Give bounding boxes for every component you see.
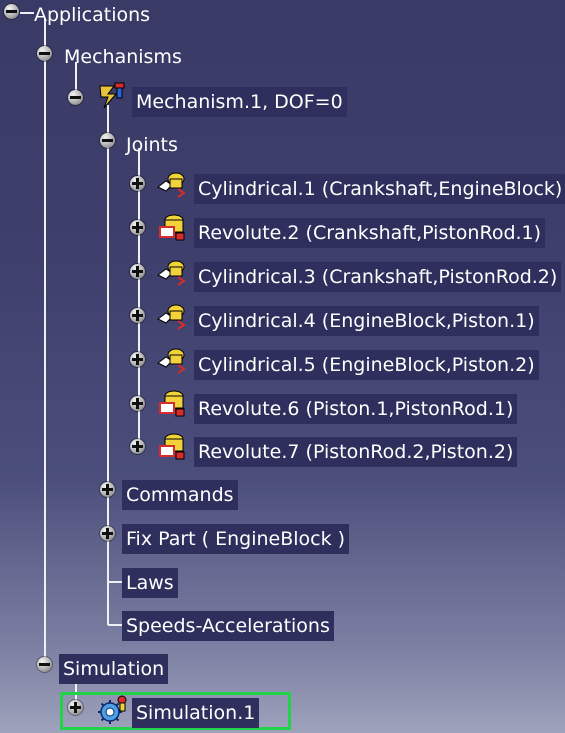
- expand-toggle-joint[interactable]: [130, 308, 145, 323]
- tree-node-speeds-accelerations[interactable]: Speeds-Accelerations: [122, 611, 334, 641]
- cylindrical-joint-icon: [157, 260, 186, 286]
- tree-node-commands[interactable]: Commands: [122, 480, 238, 510]
- joint-item[interactable]: Revolute.2 (Crankshaft,PistonRod.1): [194, 218, 546, 248]
- cylindrical-joint-icon: [157, 304, 186, 330]
- tree-connector: [107, 105, 109, 625]
- joint-item[interactable]: Cylindrical.1 (Crankshaft,EngineBlock): [194, 174, 565, 204]
- revolute-joint-icon: [159, 433, 185, 460]
- tree-node-mechanism[interactable]: Mechanism.1, DOF=0: [132, 87, 347, 117]
- expand-toggle-joint[interactable]: [130, 396, 145, 411]
- revolute-joint-icon: [159, 390, 185, 417]
- expand-toggle-joint[interactable]: [130, 439, 145, 454]
- tree-connector: [44, 18, 46, 666]
- collapse-toggle-simulation[interactable]: [37, 657, 52, 672]
- tree-node-joints[interactable]: Joints: [122, 130, 182, 160]
- joint-item[interactable]: Revolute.7 (PistonRod.2,Piston.2): [194, 437, 518, 467]
- tree-node-laws[interactable]: Laws: [122, 568, 178, 598]
- expand-toggle-fix-part[interactable]: [100, 526, 115, 541]
- cylindrical-joint-icon: [157, 172, 186, 198]
- simulation-icon: [98, 695, 127, 724]
- tree-node-simulation[interactable]: Simulation: [59, 654, 169, 684]
- expand-toggle-joint[interactable]: [130, 352, 145, 367]
- tree-node-fix-part[interactable]: Fix Part ( EngineBlock ): [122, 524, 350, 554]
- collapse-toggle-mechanisms[interactable]: [37, 46, 52, 61]
- tree-node-applications[interactable]: Applications: [30, 0, 154, 30]
- expand-toggle-joint[interactable]: [130, 220, 145, 235]
- collapse-toggle-applications[interactable]: [4, 4, 19, 19]
- mechanism-icon: [99, 82, 125, 109]
- expand-toggle-joint[interactable]: [130, 264, 145, 279]
- tree-node-mechanisms[interactable]: Mechanisms: [60, 42, 186, 72]
- joint-item[interactable]: Cylindrical.3 (Crankshaft,PistonRod.2): [194, 262, 562, 292]
- joint-item[interactable]: Cylindrical.5 (EngineBlock,Piston.2): [194, 350, 539, 380]
- tree-node-simulation-item[interactable]: Simulation.1: [132, 698, 260, 728]
- expand-toggle-commands[interactable]: [100, 482, 115, 497]
- revolute-joint-icon: [159, 214, 185, 241]
- expand-toggle-simulation-item[interactable]: [68, 700, 83, 715]
- collapse-toggle-mechanism[interactable]: [68, 90, 83, 105]
- expand-toggle-joint[interactable]: [130, 176, 145, 191]
- joint-item[interactable]: Revolute.6 (Piston.1,PistonRod.1): [194, 394, 518, 424]
- joint-item[interactable]: Cylindrical.4 (EngineBlock,Piston.1): [194, 306, 539, 336]
- specification-tree: Applications Mechanisms Mechanism.1, DOF…: [0, 0, 565, 733]
- cylindrical-joint-icon: [157, 348, 186, 374]
- collapse-toggle-joints[interactable]: [100, 133, 115, 148]
